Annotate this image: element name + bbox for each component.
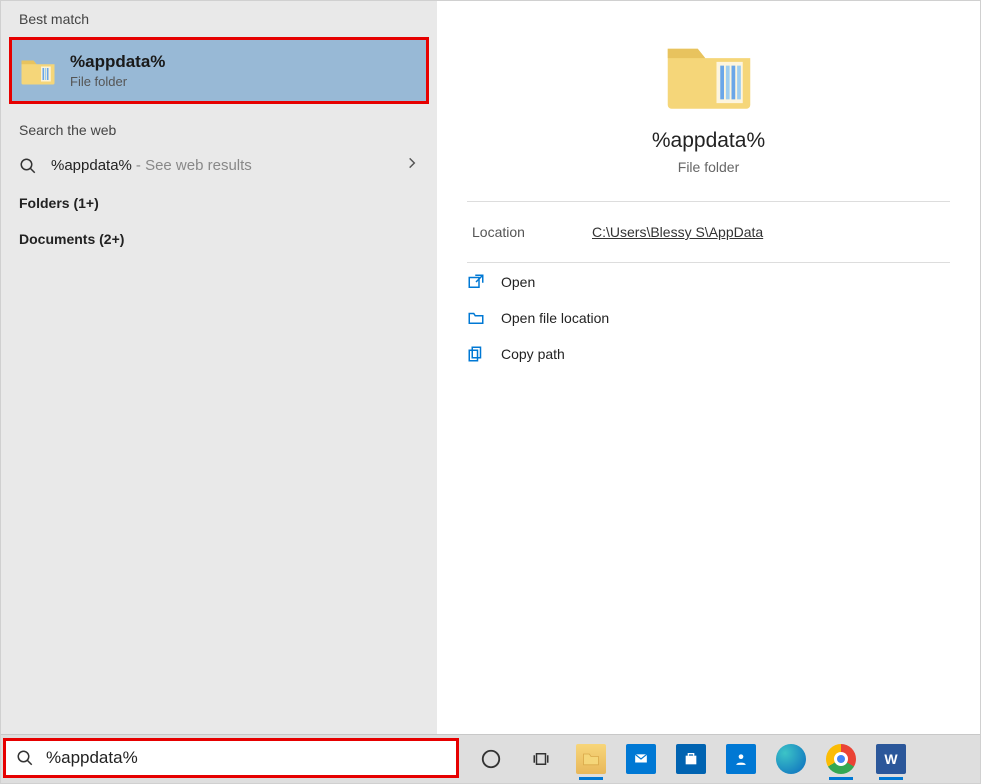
open-action[interactable]: Open: [467, 273, 950, 291]
location-row: Location C:\Users\Blessy S\AppData: [437, 202, 980, 262]
open-icon: [467, 273, 485, 291]
actions-list: Open Open file location: [437, 263, 980, 373]
best-match-header: Best match: [1, 1, 437, 35]
preview-title: %appdata%: [652, 129, 765, 153]
search-icon: [16, 749, 34, 767]
search-value: %appdata%: [46, 748, 138, 768]
folder-icon: [20, 56, 56, 86]
main-area: Best match %appdata% File folder: [1, 1, 980, 735]
search-results-pane: Best match %appdata% File folder: [1, 1, 437, 735]
windows-search-window: Best match %appdata% File folder: [0, 0, 981, 784]
copy-path-action[interactable]: Copy path: [467, 345, 950, 363]
taskbar-app-store[interactable]: [675, 743, 707, 775]
copy-path-label: Copy path: [501, 346, 565, 362]
preview-subtitle: File folder: [678, 159, 739, 175]
folders-filter[interactable]: Folders (1+): [1, 185, 437, 221]
search-input[interactable]: %appdata%: [3, 738, 459, 778]
folder-location-icon: [467, 309, 485, 327]
taskbar-app-mail[interactable]: [625, 743, 657, 775]
open-file-location-action[interactable]: Open file location: [467, 309, 950, 327]
best-match-result[interactable]: %appdata% File folder: [9, 37, 429, 104]
folder-icon: [664, 37, 754, 113]
taskbar: %appdata%: [1, 734, 980, 783]
best-match-subtitle: File folder: [70, 74, 165, 89]
taskbar-app-generic-blue[interactable]: [725, 743, 757, 775]
search-web-header: Search the web: [1, 112, 437, 146]
location-label: Location: [472, 224, 592, 240]
preview-header: %appdata% File folder: [437, 1, 980, 201]
taskbar-app-chrome[interactable]: [825, 743, 857, 775]
copy-icon: [467, 345, 485, 363]
location-link[interactable]: C:\Users\Blessy S\AppData: [592, 224, 763, 240]
best-match-text: %appdata% File folder: [70, 52, 165, 89]
taskbar-app-edge[interactable]: [775, 743, 807, 775]
web-result-subtitle: - See web results: [136, 157, 252, 174]
open-location-label: Open file location: [501, 310, 609, 326]
open-label: Open: [501, 274, 535, 290]
web-result[interactable]: %appdata% - See web results: [1, 146, 437, 185]
search-icon: [19, 157, 37, 175]
task-view-icon[interactable]: [525, 743, 557, 775]
web-result-title: %appdata%: [51, 157, 132, 174]
taskbar-app-word[interactable]: W: [875, 743, 907, 775]
cortana-icon[interactable]: [475, 743, 507, 775]
best-match-title: %appdata%: [70, 52, 165, 72]
taskbar-app-explorer[interactable]: [575, 743, 607, 775]
taskbar-icons: W: [475, 743, 907, 775]
documents-filter[interactable]: Documents (2+): [1, 221, 437, 257]
preview-pane: %appdata% File folder Location C:\Users\…: [437, 1, 980, 735]
chevron-right-icon: [405, 156, 419, 175]
